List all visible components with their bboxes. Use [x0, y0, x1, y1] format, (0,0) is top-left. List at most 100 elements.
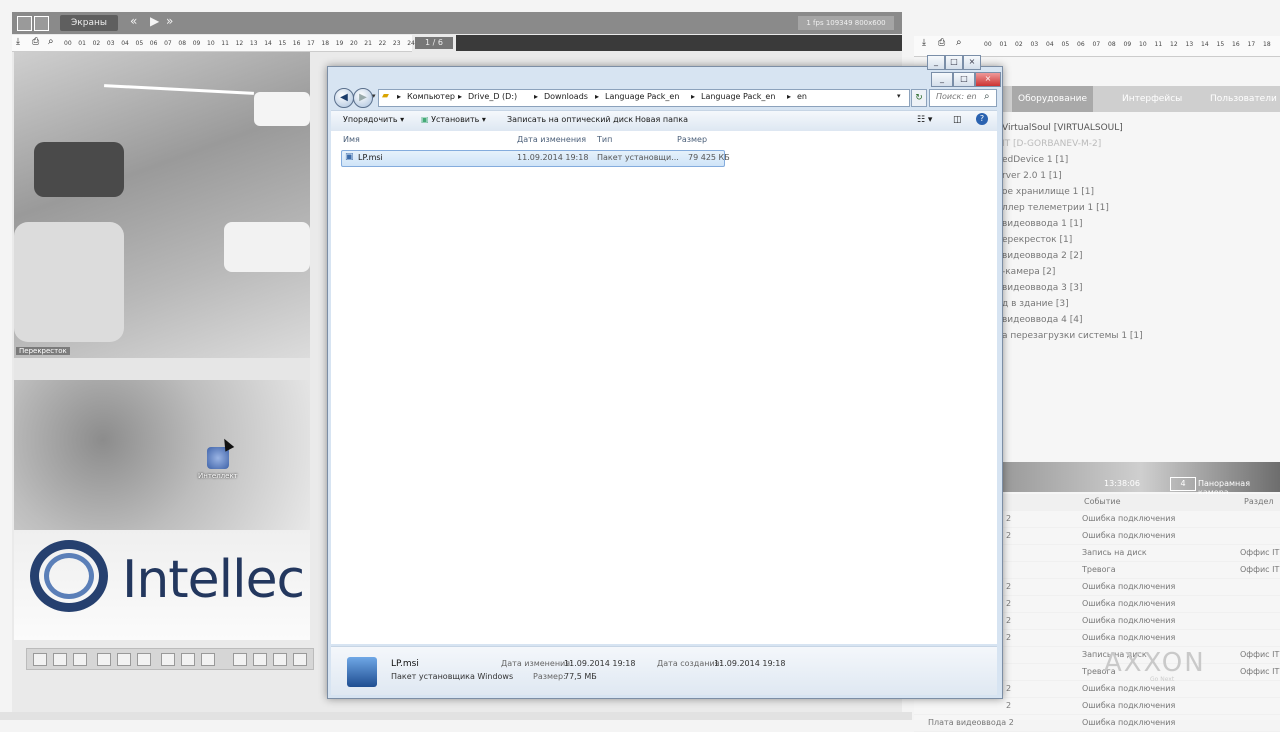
camera-playback-controls[interactable] [14, 358, 310, 380]
breadcrumb-item[interactable]: Drive_D (D:) [468, 92, 517, 101]
column-type[interactable]: Тип [597, 135, 612, 144]
search-icon[interactable]: ⌕ [48, 36, 54, 47]
breadcrumb-item[interactable]: en [797, 92, 807, 101]
layout-7-icon[interactable] [161, 653, 175, 666]
camera-view-trees[interactable] [14, 380, 310, 530]
tree-item[interactable]: видеоввода 3 [3] [1002, 280, 1280, 296]
preview-pane-icon[interactable]: ◫ [953, 115, 962, 125]
rewind-icon[interactable]: « [130, 14, 137, 28]
layout-11-icon[interactable] [253, 653, 267, 666]
download-icon[interactable]: ⤓ [922, 38, 926, 48]
camera-strip [456, 35, 902, 51]
search-icon[interactable]: ⌕ [984, 91, 990, 102]
column-size[interactable]: Размер [677, 135, 707, 144]
breadcrumb-separator-icon[interactable]: ▸ [787, 92, 791, 101]
layout-13-icon[interactable] [293, 653, 307, 666]
tree-item[interactable]: rver 2.0 1 [1] [1002, 168, 1280, 184]
layout-5-icon[interactable] [117, 653, 131, 666]
install-button[interactable]: ▣ Установить ▾ [421, 115, 486, 124]
right-timeline[interactable]: ⤓ ⎙ ⌕ 00 01 02 03 04 05 06 07 08 09 10 11 12 13 14 15 16… [914, 36, 1280, 57]
tree-item[interactable]: ерекресток [1] [1002, 232, 1280, 248]
screens-tab[interactable]: Экраны [60, 15, 118, 31]
view-options-icon[interactable]: ☷ ▾ [917, 115, 932, 125]
download-icon[interactable]: ⤓ [16, 37, 20, 47]
layout-9-icon[interactable] [201, 653, 215, 666]
camera-label: Перекресток [16, 347, 70, 355]
tree-item[interactable]: edDevice 1 [1] [1002, 152, 1280, 168]
maximize-button-behind[interactable]: □ [945, 55, 963, 70]
tree-item[interactable]: видеоввода 1 [1] [1002, 216, 1280, 232]
fast-forward-icon[interactable]: » [166, 14, 173, 28]
print-icon[interactable]: ⎙ [32, 37, 39, 47]
timeline-hour: 06 [1077, 41, 1085, 48]
breadcrumb-item[interactable]: Downloads [544, 92, 588, 101]
tree-item[interactable]: д в здание [3] [1002, 296, 1280, 312]
tree-item[interactable]: -камера [2] [1002, 264, 1280, 280]
breadcrumb-separator-icon[interactable]: ▸ [458, 92, 462, 101]
breadcrumb-separator-icon[interactable]: ▸ [534, 92, 538, 101]
column-name[interactable]: Имя [343, 135, 360, 144]
tree-item[interactable]: видеоввода 4 [4] [1002, 312, 1280, 328]
tree-item[interactable]: а перезагрузки системы 1 [1] [1002, 328, 1280, 344]
tree-item[interactable]: IT [D-GORBANEV-M-2] [1002, 136, 1280, 152]
column-modified[interactable]: Дата изменения [517, 135, 586, 144]
timeline[interactable]: ⤓ ⎙ ⌕ 00 01 02 03 04 05 06 07 08 09 10 11 12 13 14 15 16… [12, 35, 415, 52]
tab-users[interactable]: Пользователи [1204, 86, 1280, 112]
timeline-hour: 11 [1154, 41, 1163, 48]
forward-icon[interactable]: ▶ [353, 88, 373, 108]
timeline-hour: 21 [364, 40, 372, 47]
tree-item[interactable]: ое хранилище 1 [1] [1002, 184, 1280, 200]
layout-selector-bar[interactable] [26, 648, 314, 670]
grid-mode-button[interactable] [34, 16, 49, 31]
event-source: 2 [1006, 616, 1012, 625]
burn-disc-button[interactable]: Записать на оптический диск [507, 115, 633, 124]
organize-button[interactable]: Упорядочить ▾ [343, 115, 404, 124]
back-icon[interactable]: ◀ [334, 88, 354, 108]
print-icon[interactable]: ⎙ [938, 38, 945, 48]
layout-4-icon[interactable] [97, 653, 111, 666]
help-icon[interactable]: ? [976, 113, 988, 125]
breadcrumb-item[interactable]: Language Pack_en [605, 92, 679, 101]
tab-equipment[interactable]: Оборудование [1012, 86, 1093, 112]
tab-interfaces[interactable]: Интерфейсы [1116, 86, 1188, 112]
new-folder-button[interactable]: Новая папка [635, 115, 688, 124]
tree-item[interactable]: VirtualSoul [VIRTUALSOUL] [1002, 120, 1280, 136]
minimize-button-behind[interactable]: _ [927, 55, 945, 70]
maximize-button[interactable]: □ [953, 72, 975, 87]
search-input[interactable]: Поиск: en ⌕ [929, 89, 997, 107]
breadcrumb-item[interactable]: Компьютер [407, 92, 455, 101]
layout-8-icon[interactable] [181, 653, 195, 666]
history-dropdown-icon[interactable]: ▾ [372, 92, 376, 100]
layout-12-icon[interactable] [273, 653, 287, 666]
install-label: Установить [431, 115, 480, 124]
timeline-hour: 03 [1030, 41, 1039, 48]
tree-item[interactable]: видеоввода 2 [2] [1002, 248, 1280, 264]
layout-10-icon[interactable] [233, 653, 247, 666]
close-button[interactable]: × [975, 72, 1001, 87]
breadcrumb-separator-icon[interactable]: ▸ [595, 92, 599, 101]
window-mode-button[interactable] [17, 16, 32, 31]
timeline-hour: 00 [984, 41, 992, 48]
breadcrumb-separator-icon[interactable]: ▸ [691, 92, 695, 101]
close-button-behind[interactable]: × [963, 55, 981, 70]
address-field[interactable]: ▰ ▸ Компьютер ▸ Drive_D (D:) ▸ Downloads ▸ Lang… [378, 89, 910, 107]
layout-3-icon[interactable] [73, 653, 87, 666]
address-dropdown-icon[interactable]: ▾ [897, 92, 901, 100]
refresh-icon[interactable]: ↻ [911, 89, 927, 107]
play-icon[interactable]: ▶ [150, 14, 159, 28]
minimize-button[interactable]: _ [931, 72, 953, 87]
timeline-hour: 23 [392, 40, 401, 47]
timeline-hour: 06 [149, 40, 158, 47]
tree-item[interactable]: ллер телеметрии 1 [1] [1002, 200, 1280, 216]
layout-2-icon[interactable] [53, 653, 67, 666]
event-row[interactable]: 2 Ошибка подключения [914, 698, 1280, 715]
details-created: 11.09.2014 19:18 [714, 659, 786, 668]
camera-view-intersection[interactable] [14, 52, 310, 358]
file-row[interactable]: ▣ LP.msi 11.09.2014 19:18 Пакет установщ… [341, 150, 730, 167]
breadcrumb-separator-icon[interactable]: ▸ [397, 92, 401, 101]
breadcrumb-item[interactable]: Language Pack_en [701, 92, 775, 101]
layout-1-icon[interactable] [33, 653, 47, 666]
event-row[interactable]: Плата видеоввода 2 Ошибка подключения [914, 715, 1280, 732]
layout-6-icon[interactable] [137, 653, 151, 666]
search-icon[interactable]: ⌕ [956, 37, 962, 48]
